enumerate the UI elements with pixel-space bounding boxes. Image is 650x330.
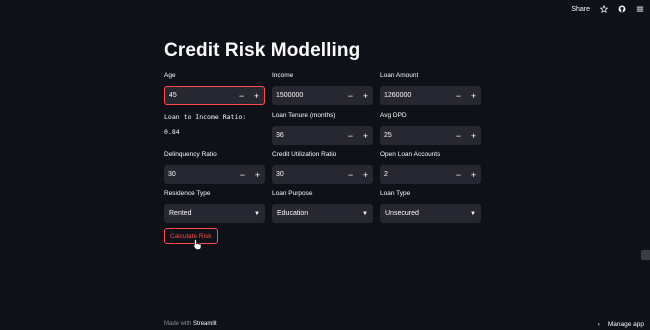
delinquency-ratio-value[interactable]: 30 bbox=[164, 171, 235, 178]
age-increment-button[interactable]: + bbox=[249, 87, 264, 104]
credit-utilization-field: Credit Utilization Ratio 30 − + bbox=[272, 151, 373, 184]
loan-type-label: Loan Type bbox=[380, 190, 411, 197]
delinquency-ratio-field: Delinquency Ratio 30 − + bbox=[164, 151, 265, 184]
loan-type-select[interactable]: Unsecured ▼ bbox=[380, 204, 481, 223]
credit-utilization-value[interactable]: 30 bbox=[272, 171, 343, 178]
hand-pointer-icon bbox=[193, 237, 202, 255]
loan-amount-increment-button[interactable]: + bbox=[466, 86, 481, 105]
page-title: Credit Risk Modelling bbox=[164, 40, 361, 61]
residence-type-select[interactable]: Rented ▼ bbox=[164, 204, 265, 223]
delinquency-ratio-input[interactable]: 30 − + bbox=[164, 165, 265, 184]
loan-type-field: Loan Type Unsecured ▼ bbox=[380, 190, 481, 223]
age-value[interactable]: 45 bbox=[165, 92, 234, 99]
manage-app-button[interactable]: ‹ Manage app bbox=[598, 321, 644, 328]
loan-amount-decrement-button[interactable]: − bbox=[451, 86, 466, 105]
delinquency-ratio-decrement-button[interactable]: − bbox=[235, 165, 250, 184]
open-loan-accounts-decrement-button[interactable]: − bbox=[451, 165, 466, 184]
chevron-down-icon: ▼ bbox=[254, 210, 260, 217]
loan-tenure-input[interactable]: 36 − + bbox=[272, 126, 373, 145]
chevron-left-icon: ‹ bbox=[597, 321, 600, 328]
open-loan-accounts-input[interactable]: 2 − + bbox=[380, 165, 481, 184]
calculate-risk-button[interactable]: Calculate Risk bbox=[164, 228, 218, 244]
income-field: Income 1500000 − + bbox=[272, 72, 373, 105]
loan-purpose-value: Education bbox=[277, 210, 309, 217]
top-toolbar: Share bbox=[571, 0, 650, 18]
loan-amount-value[interactable]: 1260000 bbox=[380, 92, 451, 99]
loan-tenure-value[interactable]: 36 bbox=[272, 132, 343, 139]
open-loan-accounts-label: Open Loan Accounts bbox=[380, 151, 441, 158]
menu-icon[interactable] bbox=[636, 5, 644, 13]
avg-dpd-input[interactable]: 25 − + bbox=[380, 126, 481, 145]
credit-utilization-label: Credit Utilization Ratio bbox=[272, 151, 337, 158]
income-input[interactable]: 1500000 − + bbox=[272, 86, 373, 105]
loan-purpose-label: Loan Purpose bbox=[272, 190, 313, 197]
loan-to-income-ratio-value: 0.84 bbox=[164, 128, 180, 136]
income-value[interactable]: 1500000 bbox=[272, 92, 343, 99]
delinquency-ratio-increment-button[interactable]: + bbox=[250, 165, 265, 184]
loan-amount-label: Loan Amount bbox=[380, 72, 419, 79]
income-increment-button[interactable]: + bbox=[358, 86, 373, 105]
avg-dpd-decrement-button[interactable]: − bbox=[451, 126, 466, 145]
credit-utilization-decrement-button[interactable]: − bbox=[343, 165, 358, 184]
chevron-down-icon: ▼ bbox=[470, 210, 476, 217]
footer-streamlit-link[interactable]: Streamlit bbox=[193, 321, 217, 327]
loan-tenure-increment-button[interactable]: + bbox=[358, 126, 373, 145]
income-label: Income bbox=[272, 72, 294, 79]
income-decrement-button[interactable]: − bbox=[343, 86, 358, 105]
avg-dpd-field: Avg DPD 25 − + bbox=[380, 112, 481, 145]
loan-purpose-field: Loan Purpose Education ▼ bbox=[272, 190, 373, 223]
manage-app-label: Manage app bbox=[607, 321, 644, 328]
loan-to-income-ratio-label: Loan to Income Ratio: bbox=[164, 113, 247, 121]
open-loan-accounts-value[interactable]: 2 bbox=[380, 171, 451, 178]
age-decrement-button[interactable]: − bbox=[234, 87, 249, 104]
avg-dpd-label: Avg DPD bbox=[380, 112, 407, 119]
loan-tenure-decrement-button[interactable]: − bbox=[343, 126, 358, 145]
chevron-down-icon: ▼ bbox=[362, 210, 368, 217]
residence-type-field: Residence Type Rented ▼ bbox=[164, 190, 265, 223]
share-button[interactable]: Share bbox=[571, 6, 590, 13]
footer: Made with Streamlit bbox=[164, 321, 217, 327]
credit-utilization-input[interactable]: 30 − + bbox=[272, 165, 373, 184]
footer-made-with: Made with bbox=[164, 321, 192, 327]
loan-tenure-field: Loan Tenure (months) 36 − + bbox=[272, 112, 373, 145]
avg-dpd-increment-button[interactable]: + bbox=[466, 126, 481, 145]
credit-utilization-increment-button[interactable]: + bbox=[358, 165, 373, 184]
github-icon[interactable] bbox=[618, 5, 626, 13]
age-field: Age 45 − + bbox=[164, 72, 265, 105]
residence-type-label: Residence Type bbox=[164, 190, 211, 197]
star-icon[interactable] bbox=[600, 5, 608, 13]
avg-dpd-value[interactable]: 25 bbox=[380, 132, 451, 139]
loan-amount-field: Loan Amount 1260000 − + bbox=[380, 72, 481, 105]
loan-tenure-label: Loan Tenure (months) bbox=[272, 112, 336, 119]
residence-type-value: Rented bbox=[169, 210, 192, 217]
side-panel-handle[interactable] bbox=[641, 250, 650, 260]
loan-purpose-select[interactable]: Education ▼ bbox=[272, 204, 373, 223]
open-loan-accounts-field: Open Loan Accounts 2 − + bbox=[380, 151, 481, 184]
open-loan-accounts-increment-button[interactable]: + bbox=[466, 165, 481, 184]
age-input[interactable]: 45 − + bbox=[164, 86, 265, 105]
loan-amount-input[interactable]: 1260000 − + bbox=[380, 86, 481, 105]
loan-type-value: Unsecured bbox=[385, 210, 419, 217]
delinquency-ratio-label: Delinquency Ratio bbox=[164, 151, 217, 158]
age-label: Age bbox=[164, 72, 176, 79]
